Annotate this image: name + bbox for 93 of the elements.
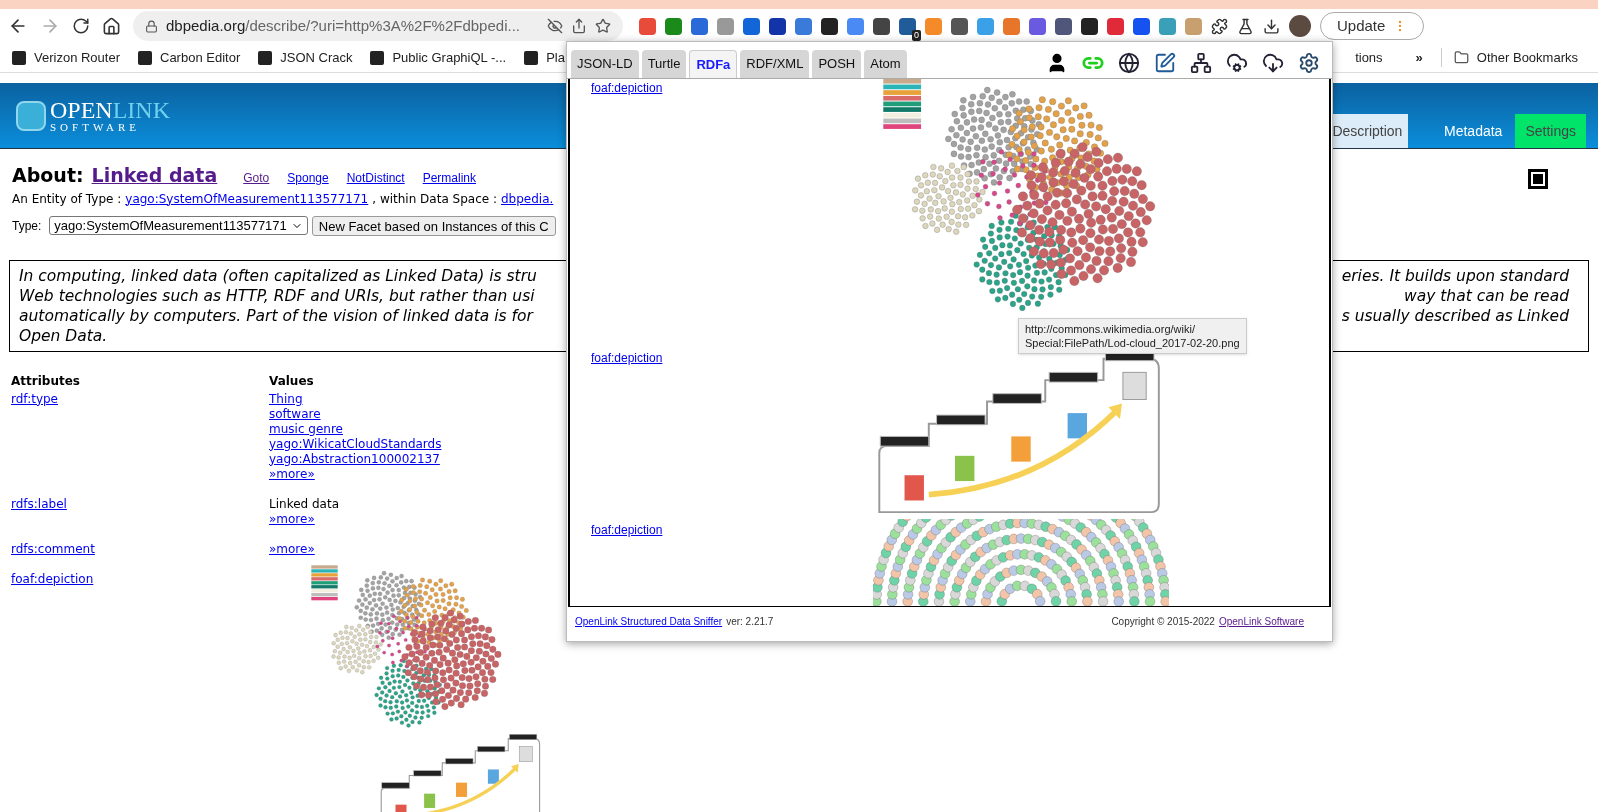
format-tab[interactable]: RDFa <box>689 50 738 78</box>
copyright-text: Copyright © 2015-2022 <box>1111 615 1215 629</box>
action-link[interactable]: Goto <box>243 169 270 187</box>
openlink-logo: OPENLINK SOFTWARE <box>16 98 170 133</box>
value-link[interactable]: yago:Abstraction100002137 <box>269 451 440 467</box>
extension-icon[interactable] <box>951 17 968 35</box>
bookmarks-overflow[interactable]: » <box>1415 47 1423 68</box>
puzzle-icon[interactable] <box>1211 17 1228 35</box>
abstract-text: s usually described as Linked <box>1341 305 1569 326</box>
format-tab[interactable]: RDF/XML <box>740 50 810 78</box>
settings-icon[interactable] <box>1298 52 1320 74</box>
favicon <box>258 50 273 65</box>
extension-icon[interactable] <box>1055 17 1072 35</box>
bookmark[interactable]: Carbon Editor <box>138 47 241 68</box>
tooltip-text: Special:FilePath/Lod-cloud_2017-02-20.png <box>1025 336 1240 350</box>
abstract-text: In computing, linked data (often capitalized as Linked Data) is stru <box>19 265 537 286</box>
version-text: ver: 2.21.7 <box>726 615 774 629</box>
value-link[interactable]: »more» <box>269 466 315 482</box>
type-link[interactable]: yago:SystemOfMeasurement113577171 <box>125 189 369 208</box>
company-link[interactable]: OpenLink Software <box>1218 614 1304 629</box>
flask-icon[interactable] <box>1237 17 1254 35</box>
sniffer-link[interactable]: OpenLink Structured Data Sniffer <box>575 614 723 629</box>
format-tab[interactable]: JSON-LD <box>571 50 639 78</box>
action-link[interactable]: Sponge <box>287 169 329 187</box>
about-label: About: <box>12 163 84 188</box>
home-icon[interactable] <box>102 16 121 36</box>
extension-badge: 0 <box>912 29 921 41</box>
format-tab[interactable]: POSH <box>812 50 862 78</box>
column-header: Attributes <box>11 373 81 389</box>
format-tab[interactable]: Atom <box>864 50 907 78</box>
property-link[interactable]: foaf:depiction <box>591 351 663 365</box>
extension-icon[interactable] <box>873 17 890 35</box>
type-select[interactable]: yago:SystemOfMeasurement113577171 <box>49 216 308 235</box>
abstract-text: automatically by computers. Part of the vision of linked data is for <box>19 305 535 326</box>
share-icon[interactable] <box>571 18 587 34</box>
entity-text: , within Data Space : <box>372 190 497 208</box>
nav-tab[interactable]: Metadata <box>1408 114 1509 148</box>
tooltip-text: http://commons.wikimedia.org/wiki/ <box>1025 322 1196 336</box>
abstract-text: eries. It builds upon standard <box>1341 265 1569 286</box>
extension-icon[interactable] <box>899 17 916 35</box>
network-icon[interactable] <box>1190 52 1212 74</box>
favicon <box>138 50 152 65</box>
cloud-download-icon[interactable] <box>1262 52 1284 74</box>
value-link[interactable]: »more» <box>269 511 315 527</box>
bookmark[interactable]: tions <box>1355 47 1383 68</box>
favicon <box>370 50 385 65</box>
column-header: Values <box>269 373 315 389</box>
attribute-link[interactable]: rdfs:comment <box>11 541 95 556</box>
eye-off-icon[interactable] <box>547 18 563 34</box>
extension-icon[interactable] <box>1081 17 1098 35</box>
folder-icon <box>1453 50 1469 65</box>
value-link[interactable]: yago:WikicatCloudStandards <box>269 436 442 452</box>
abstract-text: Web technologies such as HTTP, RDF and URIs, but rather than usi <box>19 285 536 306</box>
property-link[interactable]: foaf:depiction <box>591 81 663 95</box>
address-bar[interactable]: dbpedia.org/describe/?uri=http%3A%2F%2Fdbpedi... <box>133 11 623 41</box>
abstract-text: way that can be read <box>1404 285 1569 306</box>
download-icon[interactable] <box>1263 17 1280 35</box>
qr-code-icon[interactable] <box>1528 169 1548 189</box>
favicon <box>12 50 26 65</box>
entity-text: An Entity of Type : <box>12 190 122 208</box>
action-link[interactable]: Permalink <box>422 169 477 187</box>
bookmark[interactable]: Pla <box>524 47 565 68</box>
lock-icon <box>145 19 158 33</box>
favicon <box>524 50 539 65</box>
bookmark[interactable]: Verizon Router <box>12 47 120 68</box>
nav-tab[interactable]: Settings <box>1515 114 1586 148</box>
value-link[interactable]: »more» <box>269 541 315 557</box>
reload-icon[interactable] <box>72 17 90 35</box>
attribute-link[interactable]: rdfs:label <box>11 496 67 511</box>
value-link[interactable]: music genre <box>269 421 343 437</box>
facet-button[interactable]: New Facet based on Instances of this C <box>311 215 556 236</box>
attribute-link[interactable]: foaf:depiction <box>11 571 94 586</box>
bookmark-star-icon[interactable] <box>595 18 611 34</box>
extension-icon[interactable] <box>821 17 838 35</box>
bookmark[interactable]: JSON Crack <box>258 47 353 68</box>
value-link[interactable]: Thing <box>269 391 303 407</box>
attribute-link[interactable]: rdf:type <box>11 391 58 406</box>
data-space-link[interactable]: dbpedia. <box>501 189 554 208</box>
address-text: dbpedia.org/describe/?uri=http%3A%2F%2Fdbpedi... <box>166 15 520 36</box>
action-link[interactable]: NotDistinct <box>346 169 405 187</box>
other-bookmarks[interactable]: Other Bookmarks <box>1440 47 1578 68</box>
avatar[interactable] <box>1289 15 1311 37</box>
extension-icon[interactable] <box>1133 17 1150 35</box>
edit-icon[interactable] <box>1154 52 1176 74</box>
value-text: Linked data <box>269 496 339 512</box>
value-link[interactable]: software <box>269 406 321 422</box>
bookmark[interactable]: Public GraphiQL -... <box>370 47 507 68</box>
extension-icon[interactable] <box>769 17 786 35</box>
abstract-text: Open Data. <box>19 325 109 346</box>
property-link[interactable]: foaf:depiction <box>591 523 663 537</box>
entity-title-link[interactable]: Linked data <box>91 161 218 190</box>
format-tab[interactable]: Turtle <box>641 50 687 78</box>
type-label: Type: <box>12 217 42 235</box>
